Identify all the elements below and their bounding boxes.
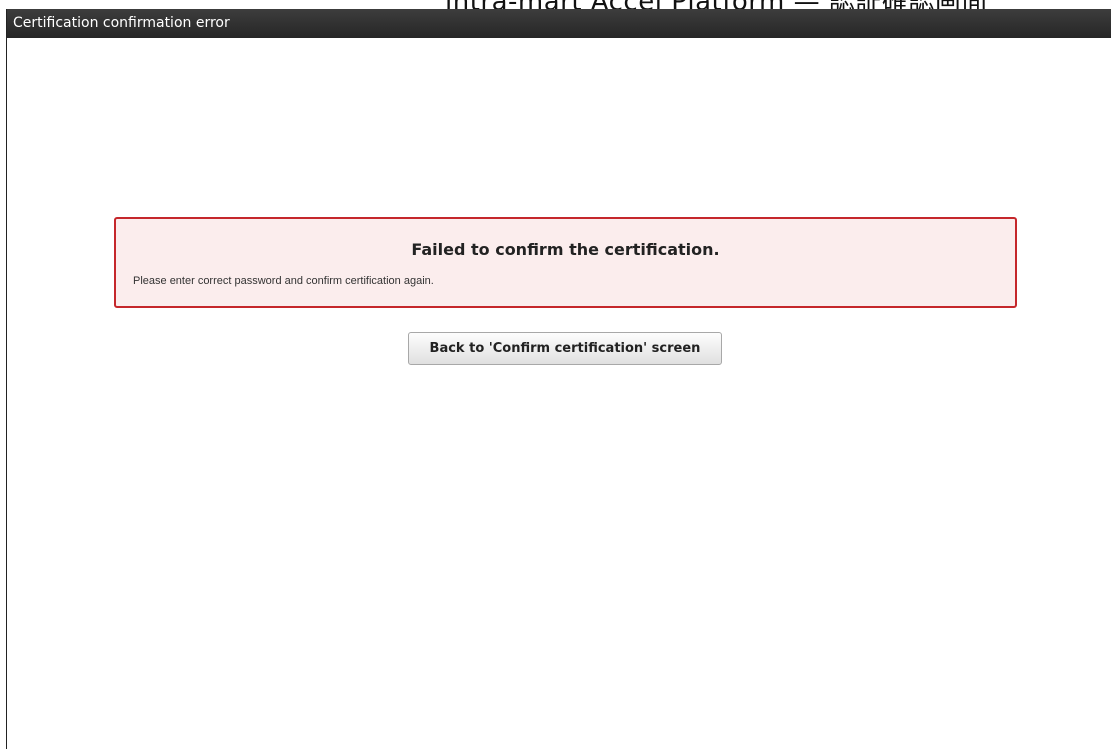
background-page-title-text: intra-mart Accel Platform — 認証確認画面 [445,0,988,9]
screen: intra-mart Accel Platform — 認証確認画面 Certi… [0,0,1111,749]
dialog-titlebar: Certification confirmation error [7,9,1111,38]
error-message: Please enter correct password and confir… [133,275,434,287]
error-heading: Failed to confirm the certification. [411,240,720,259]
dialog-window: Certification confirmation error Failed … [6,9,1111,749]
dialog-title: Certification confirmation error [13,15,230,31]
background-page-title: intra-mart Accel Platform — 認証確認画面 [445,0,1111,9]
error-panel: Failed to confirm the certification. Ple… [114,217,1017,308]
back-to-confirm-certification-button[interactable]: Back to 'Confirm certification' screen [408,332,722,365]
